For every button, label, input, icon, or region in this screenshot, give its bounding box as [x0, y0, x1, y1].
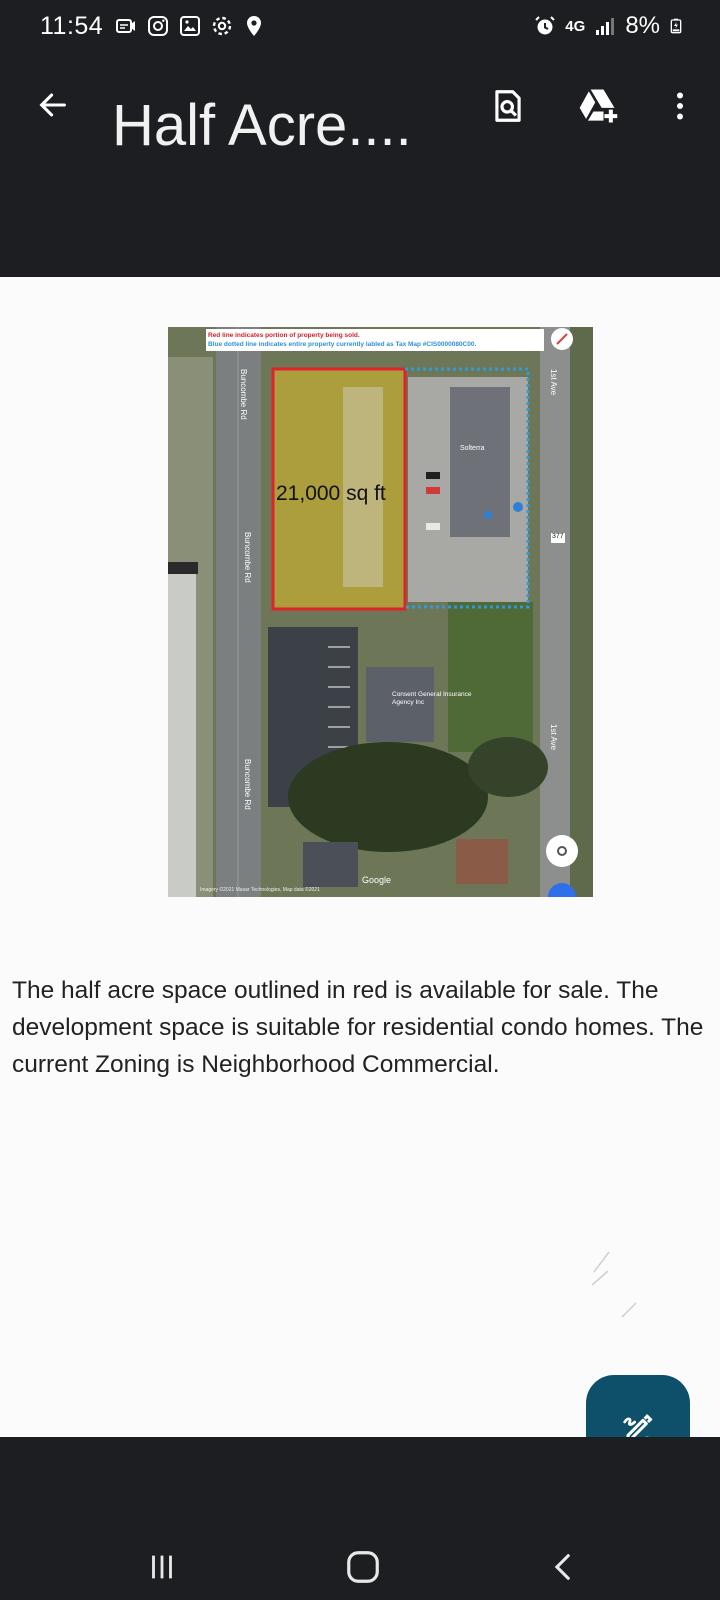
instagram-icon [148, 16, 168, 36]
note-content[interactable]: Red line indicates portion of property b… [0, 277, 720, 1437]
road-label-left-1: Buncombe Rd [239, 369, 248, 420]
network-icon: 4G [565, 17, 586, 35]
battery-icon [670, 18, 682, 34]
route-number: 377 [552, 533, 564, 540]
road-label-left-3: Buncombe Rd [243, 759, 252, 810]
back-button[interactable] [30, 82, 76, 128]
gallery-icon [180, 16, 200, 36]
more-options-icon [677, 92, 683, 120]
recents-button[interactable] [132, 1547, 192, 1587]
home-button[interactable] [333, 1547, 393, 1587]
location-icon [247, 16, 261, 36]
imagery-credit: Imagery ©2021 Maxar Technologies, Map da… [200, 887, 320, 893]
note-body-text[interactable]: The half acre space outlined in red is a… [12, 972, 712, 1083]
place-label-2: Consent General Insurance Agency Inc [392, 691, 472, 706]
recents-icon [152, 1555, 172, 1579]
place-label-1: Solterra [460, 445, 485, 452]
system-navigation-bar [0, 1437, 720, 1600]
video-message-icon [116, 19, 135, 33]
more-options-button[interactable] [656, 82, 704, 130]
add-to-drive-button[interactable] [574, 82, 622, 130]
property-map-image[interactable]: Red line indicates portion of property b… [168, 327, 593, 897]
map-legend-line-2: Blue dotted line indicates entire proper… [208, 341, 477, 348]
nav-back-button[interactable] [534, 1547, 594, 1587]
google-label: Google [362, 875, 392, 885]
add-to-drive-icon [579, 89, 618, 123]
chevron-left-icon [554, 1554, 570, 1580]
settings-icon [212, 16, 232, 36]
find-in-page-icon [495, 90, 521, 122]
status-time: 11:54 [40, 12, 104, 40]
battery-percent: 8% [625, 12, 660, 39]
status-icons-right: 4G 8% [533, 12, 684, 40]
status-icons-left [114, 14, 266, 38]
handwriting-marks [591, 1251, 637, 1317]
area-label: 21,000 sq ft [276, 482, 386, 505]
home-icon [347, 1551, 379, 1583]
signal-icon [596, 18, 615, 35]
find-in-page-button[interactable] [484, 82, 532, 130]
status-bar: 11:54 4G 8% [0, 0, 720, 52]
road-label-right-1: 1st Ave [549, 369, 558, 396]
alarm-icon [535, 16, 556, 35]
road-label-right-2: 1st Ave [549, 724, 558, 751]
map-legend-line-1: Red line indicates portion of property b… [208, 332, 360, 339]
page-title: Half Acre.... [112, 93, 412, 158]
app-bar: Half Acre.... [0, 52, 720, 277]
arrow-back-icon [39, 93, 66, 117]
road-label-left-2: Buncombe Rd [243, 532, 252, 583]
